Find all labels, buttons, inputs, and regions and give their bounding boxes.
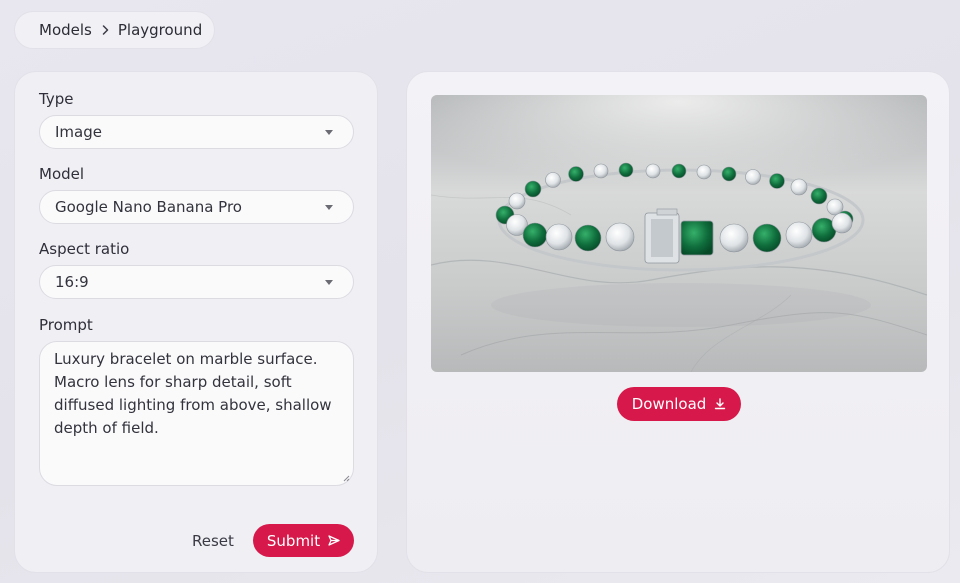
- caret-down-icon: [325, 205, 333, 210]
- aspect-ratio-label: Aspect ratio: [39, 240, 130, 258]
- model-label: Model: [39, 165, 85, 183]
- type-label: Type: [39, 90, 74, 108]
- download-label: Download: [631, 395, 707, 413]
- generated-image: [431, 95, 927, 372]
- model-select[interactable]: Google Nano Banana Pro: [39, 190, 354, 224]
- aspect-ratio-select-value: 16:9: [55, 273, 89, 291]
- caret-down-icon: [325, 280, 333, 285]
- result-panel: Download: [406, 71, 950, 573]
- download-icon: [714, 398, 726, 410]
- type-select-value: Image: [55, 123, 102, 141]
- type-select[interactable]: Image: [39, 115, 354, 149]
- prompt-label: Prompt: [39, 316, 93, 334]
- aspect-ratio-select[interactable]: 16:9: [39, 265, 354, 299]
- breadcrumb: Models Playground: [14, 11, 215, 49]
- chevron-right-icon: [102, 25, 109, 35]
- prompt-text: Luxury bracelet on marble surface. Macro…: [54, 350, 332, 437]
- caret-down-icon: [325, 130, 333, 135]
- send-icon: [328, 535, 340, 546]
- download-button[interactable]: Download: [617, 387, 741, 421]
- settings-panel: Type Image Model Google Nano Banana Pro …: [14, 71, 378, 573]
- breadcrumb-models-link[interactable]: Models: [39, 21, 92, 39]
- prompt-textarea[interactable]: Luxury bracelet on marble surface. Macro…: [39, 341, 354, 486]
- resize-handle-icon[interactable]: [342, 474, 350, 482]
- submit-label: Submit: [266, 531, 321, 550]
- submit-button[interactable]: Submit: [253, 524, 354, 557]
- breadcrumb-current: Playground: [117, 21, 203, 39]
- reset-button[interactable]: Reset: [192, 531, 234, 551]
- model-select-value: Google Nano Banana Pro: [55, 198, 242, 216]
